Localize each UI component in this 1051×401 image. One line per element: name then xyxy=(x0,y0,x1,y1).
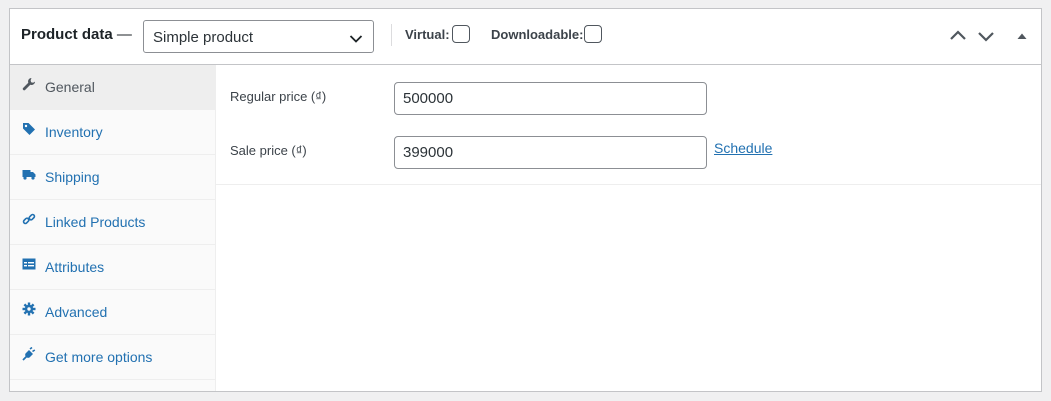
product-data-panel: Product data — Simple product Virtual: D… xyxy=(9,8,1042,392)
product-type-value: Simple product xyxy=(153,29,254,46)
schedule-link[interactable]: Schedule xyxy=(714,140,772,156)
link-icon xyxy=(22,212,36,226)
general-panel: Regular price (₫) Sale price (₫) Schedul… xyxy=(216,65,1041,185)
tab-label: Advanced xyxy=(45,304,108,320)
tab-label: Inventory xyxy=(45,124,103,140)
tab-get-more-options[interactable]: Get more options xyxy=(10,335,215,380)
tab-attributes[interactable]: Attributes xyxy=(10,245,215,290)
panel-header: Product data — Simple product Virtual: D… xyxy=(10,9,1041,65)
table-icon xyxy=(22,257,36,271)
downloadable-checkbox[interactable] xyxy=(584,25,602,43)
sale-price-label: Sale price (₫) xyxy=(230,143,307,158)
virtual-checkbox[interactable] xyxy=(452,25,470,43)
regular-price-input[interactable] xyxy=(394,82,707,115)
tab-label: Attributes xyxy=(45,259,105,275)
chevron-up-icon[interactable] xyxy=(949,27,967,45)
gear-icon xyxy=(22,302,36,316)
product-data-tabs: General Inventory Shipping Linked Produc… xyxy=(10,65,216,391)
panel-title-text: Product data xyxy=(21,26,113,43)
tab-inventory[interactable]: Inventory xyxy=(10,110,215,155)
virtual-label: Virtual: xyxy=(405,27,450,42)
product-type-select[interactable]: Simple product xyxy=(143,20,374,53)
tab-label: Get more options xyxy=(45,349,153,365)
tab-shipping[interactable]: Shipping xyxy=(10,155,215,200)
wrench-icon xyxy=(22,77,36,91)
truck-icon xyxy=(22,167,36,181)
tab-label: Linked Products xyxy=(45,214,146,230)
plug-icon xyxy=(22,347,36,361)
header-divider xyxy=(391,24,392,46)
tab-linked-products[interactable]: Linked Products xyxy=(10,200,215,245)
tag-icon xyxy=(22,122,36,136)
title-dash: — xyxy=(116,26,132,43)
panel-title: Product data — xyxy=(21,26,132,43)
regular-price-label: Regular price (₫) xyxy=(230,89,327,104)
triangle-up-icon[interactable] xyxy=(1013,27,1031,45)
tab-label: General xyxy=(45,79,95,95)
chevron-down-icon xyxy=(349,31,363,48)
chevron-down-icon[interactable] xyxy=(977,27,995,45)
sale-price-input[interactable] xyxy=(394,136,707,169)
downloadable-label: Downloadable: xyxy=(491,27,584,42)
tab-advanced[interactable]: Advanced xyxy=(10,290,215,335)
tab-general[interactable]: General xyxy=(10,65,215,110)
tab-label: Shipping xyxy=(45,169,100,185)
